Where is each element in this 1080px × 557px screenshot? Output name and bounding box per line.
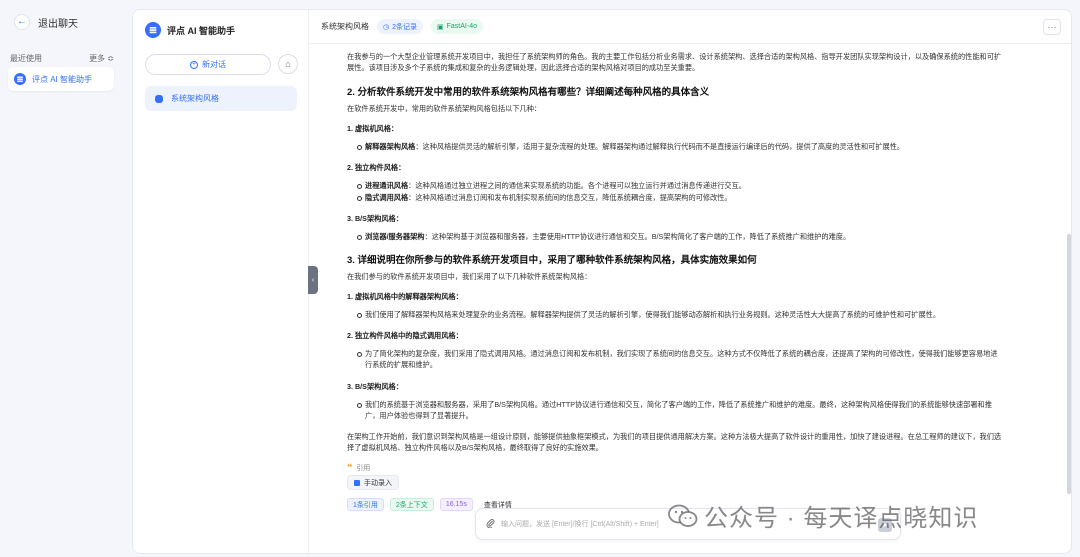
list-item-bold: 解释器架构风格 — [365, 142, 416, 151]
recent-header: 最近使用 更多 ≎ — [10, 53, 114, 64]
left-sidebar: ← 退出聊天 最近使用 更多 ≎ 评点 AI 智能助手 — [0, 0, 124, 557]
list-item-bold: 进程通讯风格 — [365, 181, 409, 190]
model-label: FastAI-4o — [446, 23, 477, 30]
chip-icon: ▣ — [437, 23, 444, 31]
list-item: 浏览器/服务器架构：这种架构基于浏览器和服务器，主要使用HTTP协议进行通信和交… — [357, 232, 1002, 243]
home-icon: ⌂ — [285, 59, 291, 69]
subheading: 2. 独立构件风格中的隐式调用风格： — [347, 331, 463, 340]
recent-label: 最近使用 — [10, 54, 42, 63]
chat-list-pane: 评点 AI 智能助手 + 新对话 ⌂ 系统架构风格 — [133, 10, 309, 553]
list-item-bold: 浏览器/服务器架构 — [365, 232, 425, 241]
context-count-badge[interactable]: 2条上下文 — [389, 498, 434, 511]
more-options-button[interactable]: ··· — [1043, 19, 1061, 35]
list-item-text: ：这种架构基于浏览器和服务器，主要使用HTTP协议进行通信和交互。B/S架构简化… — [424, 232, 851, 241]
app-logo-icon — [145, 22, 161, 38]
chat-item-active[interactable]: 系统架构风格 — [145, 86, 297, 111]
subheading: 1. 虚拟机风格中的解释器架构风格： — [347, 292, 463, 301]
new-chat-button[interactable]: + 新对话 — [145, 54, 271, 75]
manual-entry-chip[interactable]: 手动录入 — [347, 475, 399, 490]
arrow-left-icon: ← — [14, 14, 30, 30]
scrollbar[interactable] — [1067, 234, 1071, 494]
heading-3: 3. 详细说明在你所参与的软件系统开发项目中，采用了哪种软件系统架构风格，具体实… — [347, 255, 757, 266]
watermark-text: 公众号 · 每天译点晓知识 — [704, 505, 979, 532]
records-badge[interactable]: ◷ 2条记录 — [377, 19, 424, 34]
clock-icon: ◷ — [383, 23, 390, 31]
paragraph: 在软件系统开发中，常用的软件系统架构风格包括以下几种： — [347, 104, 542, 113]
list-item: 为了简化架构的复杂度，我们采用了隐式调用风格。通过消息订阅和发布机制，我们实现了… — [357, 349, 1002, 370]
subheading: 2. 独立构件风格： — [347, 163, 406, 172]
list-item-bold: 隐式调用风格 — [365, 193, 409, 202]
response-time-badge: 16.15s — [439, 498, 473, 511]
subheading: 1. 虚拟机风格： — [347, 124, 399, 133]
paperclip-icon[interactable] — [486, 518, 495, 530]
input-placeholder: 输入问题，发送 [Enter]/换行 [Ctrl(Alt/Shift) + En… — [501, 521, 659, 528]
exit-chat-label: 退出聊天 — [38, 18, 78, 30]
wechat-icon — [668, 504, 698, 528]
manual-entry-label: 手动录入 — [364, 479, 392, 487]
document-icon — [354, 479, 360, 486]
message-content: 在我参与的一个大型企业管理系统开发项目中，我担任了系统架构师的角色。我的主要工作… — [309, 44, 1071, 514]
quote-icon: ❝ — [347, 462, 353, 472]
records-label: 2条记录 — [392, 23, 418, 31]
chat-item-label: 系统架构风格 — [171, 94, 219, 103]
chat-topbar: 系统架构风格 ◷ 2条记录 ▣ FastAI-4o ··· — [309, 10, 1071, 44]
more-button[interactable]: 更多 ≎ — [89, 53, 114, 64]
list-item: 隐式调用风格：这种风格通过消息订阅和发布机制实现系统间的信息交互，降低系统耦合度… — [357, 193, 1002, 204]
citation-header: ❝ 引用 — [347, 462, 370, 473]
conclusion-paragraph: 在架构工作开始前，我们意识到架构风格是一组设计原则，能够提供抽象框架模式，为我们… — [347, 432, 1002, 452]
plus-icon: + — [190, 60, 198, 69]
list-item-text: ：这种风格通过消息订阅和发布机制实现系统间的信息交互，降低系统耦合度，提高架构的… — [408, 193, 732, 202]
recent-app-label: 评点 AI 智能助手 — [32, 74, 93, 84]
chat-title: 系统架构风格 — [321, 22, 369, 31]
list-item: 解释器架构风格：这种风格提供灵活的解析引擎，适用于复杂流程的处理。解释器架构通过… — [357, 142, 1002, 153]
citation-count-badge[interactable]: 1条引用 — [347, 498, 384, 511]
ellipsis-icon: ··· — [1047, 22, 1057, 32]
subheading: 3. B/S架构风格： — [347, 214, 403, 223]
model-badge: ▣ FastAI-4o — [431, 19, 483, 34]
list-item: 我们的系统基于浏览器和服务器，采用了B/S架构风格。通过HTTP协议进行通信和交… — [357, 400, 1002, 421]
paragraph: 在我们参与的软件系统开发项目中，我们采用了以下几种软件系统架构风格： — [347, 272, 592, 281]
list-item-text: ：这种风格通过独立进程之间的通信来实现系统的功能。各个进程可以独立运行并通过消息… — [408, 181, 746, 190]
app-logo-icon — [14, 73, 26, 85]
app-name: 评点 AI 智能助手 — [167, 25, 236, 36]
chat-bubble-icon — [155, 94, 163, 103]
recent-app-item[interactable]: 评点 AI 智能助手 — [8, 67, 114, 91]
watermark: 公众号 · 每天译点晓知识 — [668, 498, 978, 533]
home-button[interactable]: ⌂ — [278, 54, 298, 74]
intro-paragraph: 在我参与的一个大型企业管理系统开发项目中，我担任了系统架构师的角色。我的主要工作… — [347, 52, 1002, 72]
subheading: 3. B/S架构风格： — [347, 382, 403, 391]
main-panel: 评点 AI 智能助手 + 新对话 ⌂ 系统架构风格 ‹ 系统架构风格 ◷ 2条记… — [132, 9, 1072, 554]
list-item: 进程通讯风格：这种风格通过独立进程之间的通信来实现系统的功能。各个进程可以独立运… — [357, 181, 1002, 192]
citation-label: 引用 — [356, 464, 371, 472]
new-chat-label: 新对话 — [202, 60, 226, 69]
heading-2: 2. 分析软件系统开发中常用的软件系统架构风格有哪些？详细阐述每种风格的具体含义 — [347, 87, 710, 98]
list-item: 我们使用了解释器架构风格来处理复杂的业务流程。解释器架构提供了灵活的解析引擎，使… — [357, 310, 1002, 321]
list-item-text: ：这种风格提供灵活的解析引擎，适用于复杂流程的处理。解释器架构通过解释执行代码而… — [415, 142, 905, 151]
exit-chat-button[interactable]: ← 退出聊天 — [14, 14, 78, 30]
app-header: 评点 AI 智能助手 — [145, 22, 235, 38]
